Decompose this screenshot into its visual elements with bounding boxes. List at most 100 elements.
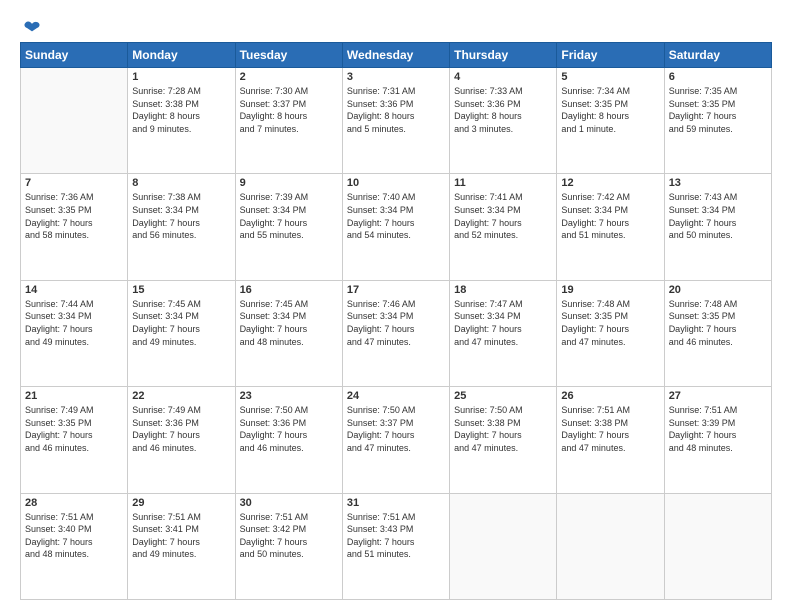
day-number: 24: [347, 390, 445, 402]
calendar-week-1: 1Sunrise: 7:28 AM Sunset: 3:38 PM Daylig…: [21, 68, 772, 174]
calendar-cell: 3 Sunrise: 7:31 AM Sunset: 3:36 PM Daylig…: [342, 68, 449, 174]
calendar-cell: 27 Sunrise: 7:51 AM Sunset: 3:39 PM Dayli…: [664, 387, 771, 493]
day-info: Sunrise: 7:47 AM Sunset: 3:34 PM Dayligh…: [454, 298, 552, 348]
day-number: 11: [454, 177, 552, 189]
calendar-cell: 1Sunrise: 7:28 AM Sunset: 3:38 PM Daylig…: [128, 68, 235, 174]
calendar-cell: 6 Sunrise: 7:35 AM Sunset: 3:35 PM Daylig…: [664, 68, 771, 174]
calendar-cell: 22 Sunrise: 7:49 AM Sunset: 3:36 PM Dayli…: [128, 387, 235, 493]
day-number: 29: [132, 497, 230, 509]
calendar-cell: 20Sunrise: 7:48 AM Sunset: 3:35 PM Dayli…: [664, 280, 771, 386]
calendar-cell: 2Sunrise: 7:30 AM Sunset: 3:37 PM Daylig…: [235, 68, 342, 174]
day-info: Sunrise: 7:50 AM Sunset: 3:36 PM Dayligh…: [240, 404, 338, 454]
day-number: 22: [132, 390, 230, 402]
day-info: Sunrise: 7:35 AM Sunset: 3:35 PM Dayligh…: [669, 85, 767, 135]
day-info: Sunrise: 7:30 AM Sunset: 3:37 PM Dayligh…: [240, 85, 338, 135]
day-number: 14: [25, 284, 123, 296]
day-number: 31: [347, 497, 445, 509]
day-number: 28: [25, 497, 123, 509]
day-info: Sunrise: 7:51 AM Sunset: 3:40 PM Dayligh…: [25, 511, 123, 561]
calendar-header-saturday: Saturday: [664, 43, 771, 68]
day-info: Sunrise: 7:49 AM Sunset: 3:35 PM Dayligh…: [25, 404, 123, 454]
day-info: Sunrise: 7:51 AM Sunset: 3:42 PM Dayligh…: [240, 511, 338, 561]
calendar-header-monday: Monday: [128, 43, 235, 68]
calendar-header-friday: Friday: [557, 43, 664, 68]
calendar-cell: [450, 493, 557, 599]
day-info: Sunrise: 7:38 AM Sunset: 3:34 PM Dayligh…: [132, 191, 230, 241]
calendar-cell: 18 Sunrise: 7:47 AM Sunset: 3:34 PM Dayli…: [450, 280, 557, 386]
day-number: 5: [561, 71, 659, 83]
day-number: 21: [25, 390, 123, 402]
calendar-header-thursday: Thursday: [450, 43, 557, 68]
day-number: 13: [669, 177, 767, 189]
calendar-cell: 14 Sunrise: 7:44 AM Sunset: 3:34 PM Dayli…: [21, 280, 128, 386]
day-number: 10: [347, 177, 445, 189]
calendar-cell: 31 Sunrise: 7:51 AM Sunset: 3:43 PM Dayli…: [342, 493, 449, 599]
day-number: 15: [132, 284, 230, 296]
calendar-week-4: 21 Sunrise: 7:49 AM Sunset: 3:35 PM Dayli…: [21, 387, 772, 493]
calendar-cell: 21 Sunrise: 7:49 AM Sunset: 3:35 PM Dayli…: [21, 387, 128, 493]
day-info: Sunrise: 7:41 AM Sunset: 3:34 PM Dayligh…: [454, 191, 552, 241]
day-info: Sunrise: 7:33 AM Sunset: 3:36 PM Dayligh…: [454, 85, 552, 135]
day-info: Sunrise: 7:43 AM Sunset: 3:34 PM Dayligh…: [669, 191, 767, 241]
calendar-cell: 12 Sunrise: 7:42 AM Sunset: 3:34 PM Dayli…: [557, 174, 664, 280]
day-info: Sunrise: 7:45 AM Sunset: 3:34 PM Dayligh…: [240, 298, 338, 348]
day-number: 12: [561, 177, 659, 189]
calendar-cell: 9 Sunrise: 7:39 AM Sunset: 3:34 PM Daylig…: [235, 174, 342, 280]
calendar-header-wednesday: Wednesday: [342, 43, 449, 68]
calendar-week-5: 28 Sunrise: 7:51 AM Sunset: 3:40 PM Dayli…: [21, 493, 772, 599]
day-number: 19: [561, 284, 659, 296]
logo-bird-icon: [22, 18, 42, 38]
calendar-header-sunday: Sunday: [21, 43, 128, 68]
day-number: 16: [240, 284, 338, 296]
day-info: Sunrise: 7:51 AM Sunset: 3:38 PM Dayligh…: [561, 404, 659, 454]
calendar-cell: 17 Sunrise: 7:46 AM Sunset: 3:34 PM Dayli…: [342, 280, 449, 386]
day-info: Sunrise: 7:50 AM Sunset: 3:38 PM Dayligh…: [454, 404, 552, 454]
calendar-cell: 8 Sunrise: 7:38 AM Sunset: 3:34 PM Daylig…: [128, 174, 235, 280]
calendar-cell: [557, 493, 664, 599]
day-info: Sunrise: 7:51 AM Sunset: 3:43 PM Dayligh…: [347, 511, 445, 561]
day-number: 9: [240, 177, 338, 189]
calendar-cell: 11 Sunrise: 7:41 AM Sunset: 3:34 PM Dayli…: [450, 174, 557, 280]
calendar-cell: 10 Sunrise: 7:40 AM Sunset: 3:34 PM Dayli…: [342, 174, 449, 280]
day-number: 8: [132, 177, 230, 189]
day-number: 17: [347, 284, 445, 296]
calendar-header-row: SundayMondayTuesdayWednesdayThursdayFrid…: [21, 43, 772, 68]
day-number: 3: [347, 71, 445, 83]
day-info: Sunrise: 7:44 AM Sunset: 3:34 PM Dayligh…: [25, 298, 123, 348]
calendar-cell: 25 Sunrise: 7:50 AM Sunset: 3:38 PM Dayli…: [450, 387, 557, 493]
calendar-cell: 30 Sunrise: 7:51 AM Sunset: 3:42 PM Dayli…: [235, 493, 342, 599]
logo: [20, 18, 42, 34]
day-info: Sunrise: 7:42 AM Sunset: 3:34 PM Dayligh…: [561, 191, 659, 241]
day-number: 27: [669, 390, 767, 402]
calendar-cell: 7Sunrise: 7:36 AM Sunset: 3:35 PM Daylig…: [21, 174, 128, 280]
calendar-week-3: 14 Sunrise: 7:44 AM Sunset: 3:34 PM Dayli…: [21, 280, 772, 386]
day-info: Sunrise: 7:31 AM Sunset: 3:36 PM Dayligh…: [347, 85, 445, 135]
calendar-cell: [664, 493, 771, 599]
day-number: 18: [454, 284, 552, 296]
calendar-week-2: 7Sunrise: 7:36 AM Sunset: 3:35 PM Daylig…: [21, 174, 772, 280]
day-info: Sunrise: 7:39 AM Sunset: 3:34 PM Dayligh…: [240, 191, 338, 241]
calendar-cell: 26 Sunrise: 7:51 AM Sunset: 3:38 PM Dayli…: [557, 387, 664, 493]
day-info: Sunrise: 7:51 AM Sunset: 3:39 PM Dayligh…: [669, 404, 767, 454]
day-info: Sunrise: 7:45 AM Sunset: 3:34 PM Dayligh…: [132, 298, 230, 348]
day-info: Sunrise: 7:46 AM Sunset: 3:34 PM Dayligh…: [347, 298, 445, 348]
day-number: 25: [454, 390, 552, 402]
day-info: Sunrise: 7:36 AM Sunset: 3:35 PM Dayligh…: [25, 191, 123, 241]
calendar-table: SundayMondayTuesdayWednesdayThursdayFrid…: [20, 42, 772, 600]
day-number: 23: [240, 390, 338, 402]
day-info: Sunrise: 7:48 AM Sunset: 3:35 PM Dayligh…: [669, 298, 767, 348]
calendar-cell: 23 Sunrise: 7:50 AM Sunset: 3:36 PM Dayli…: [235, 387, 342, 493]
page: SundayMondayTuesdayWednesdayThursdayFrid…: [0, 0, 792, 612]
calendar-cell: [21, 68, 128, 174]
calendar-cell: 24Sunrise: 7:50 AM Sunset: 3:37 PM Dayli…: [342, 387, 449, 493]
calendar-header-tuesday: Tuesday: [235, 43, 342, 68]
day-number: 26: [561, 390, 659, 402]
day-info: Sunrise: 7:49 AM Sunset: 3:36 PM Dayligh…: [132, 404, 230, 454]
day-number: 30: [240, 497, 338, 509]
day-number: 6: [669, 71, 767, 83]
calendar-cell: 4 Sunrise: 7:33 AM Sunset: 3:36 PM Daylig…: [450, 68, 557, 174]
day-number: 4: [454, 71, 552, 83]
calendar-cell: 28 Sunrise: 7:51 AM Sunset: 3:40 PM Dayli…: [21, 493, 128, 599]
day-info: Sunrise: 7:51 AM Sunset: 3:41 PM Dayligh…: [132, 511, 230, 561]
day-info: Sunrise: 7:40 AM Sunset: 3:34 PM Dayligh…: [347, 191, 445, 241]
